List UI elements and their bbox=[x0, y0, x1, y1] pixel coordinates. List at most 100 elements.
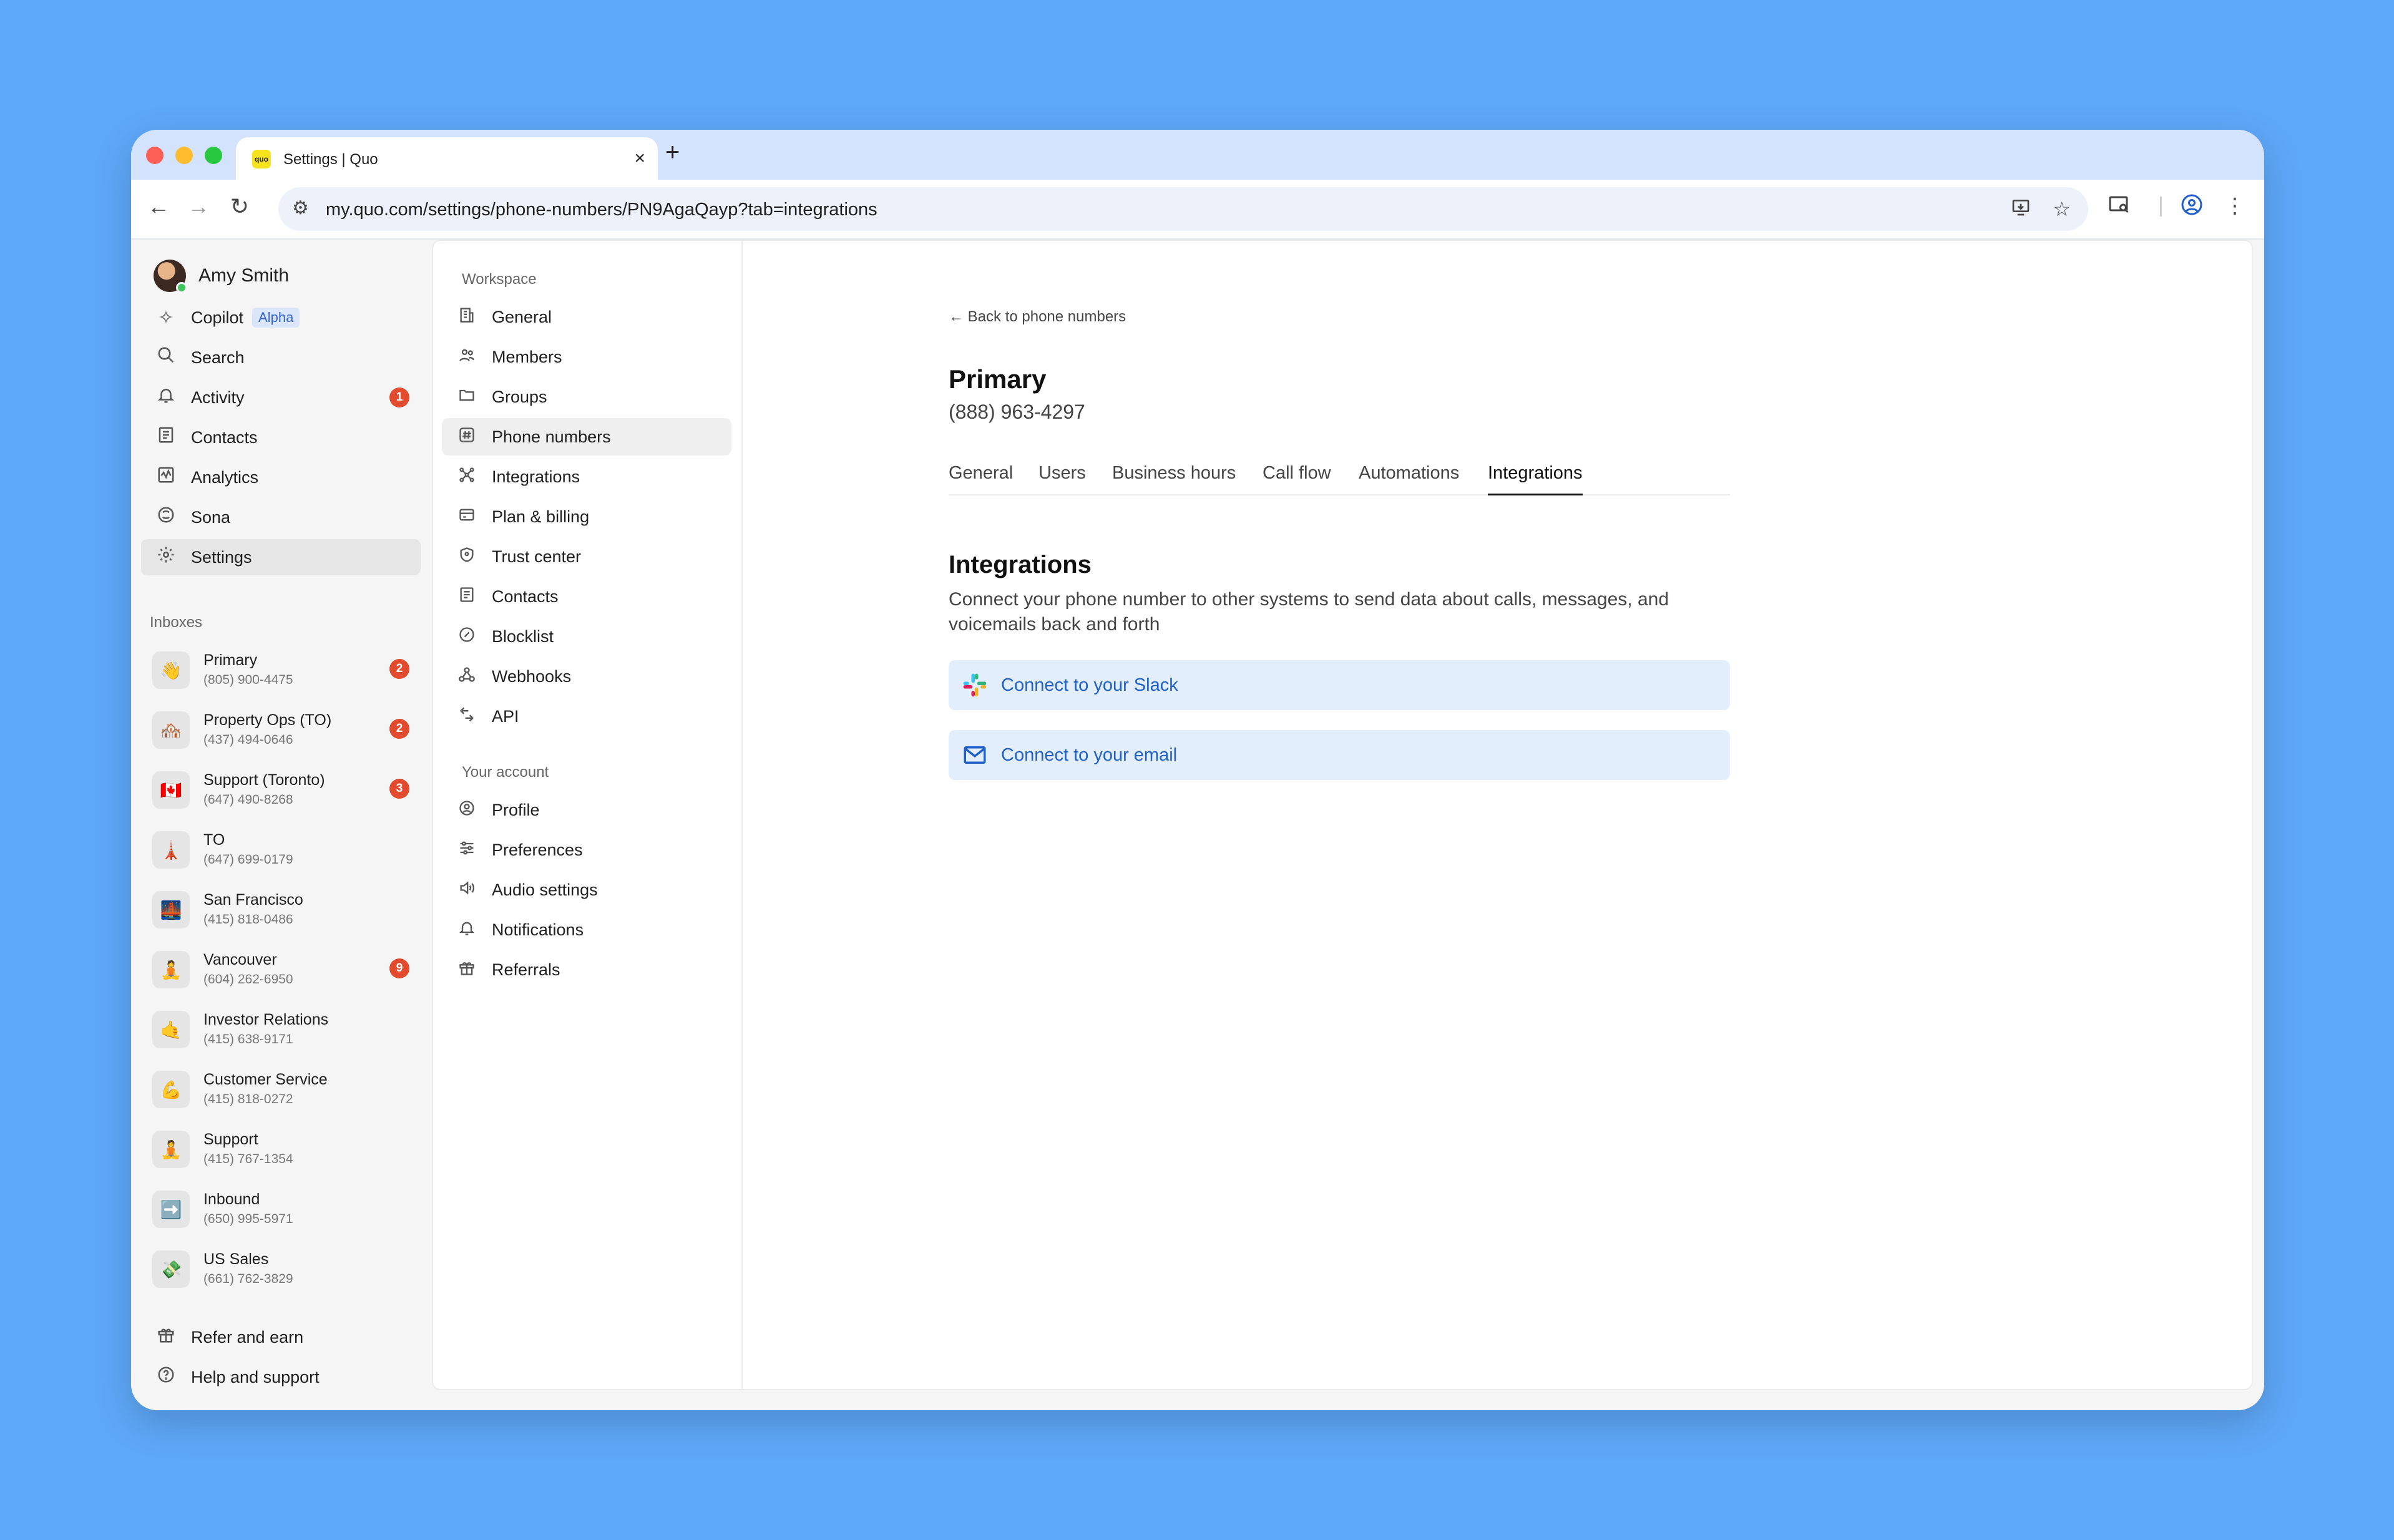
inbox-emoji-icon: 🏘️ bbox=[152, 711, 190, 749]
tab-call-flow[interactable]: Call flow bbox=[1263, 463, 1331, 495]
bookmark-star-icon[interactable]: ☆ bbox=[2053, 197, 2071, 221]
inbox-item[interactable]: 🏘️ Property Ops (TO) (437) 494-0646 2 bbox=[141, 705, 421, 755]
browser-menu-icon[interactable]: ⋮ bbox=[2224, 193, 2245, 218]
inbox-item[interactable]: 🌉 San Francisco (415) 818-0486 bbox=[141, 885, 421, 935]
settings-item-referrals[interactable]: Referrals bbox=[442, 951, 731, 988]
settings-item-label: Webhooks bbox=[492, 666, 572, 686]
settings-item-members[interactable]: Members bbox=[442, 338, 731, 376]
settings-item-trust-center[interactable]: Trust center bbox=[442, 538, 731, 575]
address-bar[interactable]: ⚙ my.quo.com/settings/phone-numbers/PN9A… bbox=[278, 187, 2088, 231]
connect-email-button[interactable]: Connect to your email bbox=[949, 730, 1730, 780]
inbox-item[interactable]: 🗼 TO (647) 699-0179 bbox=[141, 825, 421, 875]
your-account-heading: Your account bbox=[462, 764, 549, 781]
new-tab-icon[interactable]: + bbox=[665, 139, 680, 167]
close-window-button[interactable] bbox=[146, 147, 164, 164]
block-icon bbox=[442, 626, 492, 648]
tab-business-hours[interactable]: Business hours bbox=[1112, 463, 1236, 495]
sidebar-item-analytics[interactable]: Analytics bbox=[141, 459, 421, 495]
sidebar-item-sona[interactable]: Sona bbox=[141, 499, 421, 535]
tab-integrations[interactable]: Integrations bbox=[1488, 463, 1583, 495]
install-app-icon[interactable] bbox=[2011, 197, 2031, 222]
inbox-emoji-icon: 👋 bbox=[152, 651, 190, 689]
settings-item-profile[interactable]: Profile bbox=[442, 791, 731, 829]
alpha-badge: Alpha bbox=[252, 308, 300, 328]
quo-favicon-icon: quo bbox=[252, 150, 271, 168]
tab-search-icon[interactable] bbox=[2108, 193, 2131, 222]
contacts-icon bbox=[141, 426, 191, 449]
inbox-emoji-icon: 💪 bbox=[152, 1071, 190, 1108]
gift-icon bbox=[141, 1325, 191, 1349]
sidebar-item-activity[interactable]: Activity 1 bbox=[141, 379, 421, 416]
inbox-item[interactable]: 🧘 Vancouver (604) 262-6950 9 bbox=[141, 945, 421, 995]
page-title: Primary bbox=[949, 364, 1047, 394]
settings-item-audio-settings[interactable]: Audio settings bbox=[442, 871, 731, 909]
inbox-name: San Francisco bbox=[203, 891, 303, 909]
maximize-window-button[interactable] bbox=[205, 147, 222, 164]
sona-icon bbox=[141, 505, 191, 529]
inbox-emoji-icon: 🗼 bbox=[152, 831, 190, 869]
url-text[interactable]: my.quo.com/settings/phone-numbers/PN9Aga… bbox=[326, 200, 877, 220]
sidebar-item-label: Search bbox=[191, 348, 245, 367]
sidebar-item-label: Refer and earn bbox=[191, 1327, 304, 1347]
sidebar-item-contacts[interactable]: Contacts bbox=[141, 419, 421, 456]
forward-arrow-icon[interactable]: → bbox=[183, 193, 213, 220]
inbox-count-badge: 2 bbox=[389, 659, 409, 679]
tab-general[interactable]: General bbox=[949, 463, 1013, 495]
tab-users[interactable]: Users bbox=[1038, 463, 1086, 495]
workspace-heading: Workspace bbox=[462, 271, 537, 288]
close-tab-icon[interactable]: × bbox=[634, 148, 645, 169]
settings-item-general[interactable]: General bbox=[442, 298, 731, 336]
inbox-name: Primary bbox=[203, 651, 258, 669]
inbox-number: (415) 638-9171 bbox=[203, 1032, 293, 1046]
sidebar-item-search[interactable]: Search bbox=[141, 339, 421, 376]
settings-item-contacts[interactable]: Contacts bbox=[442, 578, 731, 615]
settings-item-preferences[interactable]: Preferences bbox=[442, 831, 731, 869]
sidebar-item-label: Help and support bbox=[191, 1367, 320, 1386]
user-profile[interactable]: Amy Smith bbox=[154, 258, 289, 293]
back-to-phone-numbers-link[interactable]: ← Back to phone numbers bbox=[949, 308, 1126, 326]
inbox-item[interactable]: ➡️ Inbound (650) 995-5971 bbox=[141, 1184, 421, 1234]
search-icon bbox=[141, 346, 191, 369]
avatar bbox=[154, 260, 187, 293]
connect-slack-button[interactable]: Connect to your Slack bbox=[949, 660, 1730, 710]
sidebar-item-help-and-support[interactable]: Help and support bbox=[141, 1359, 421, 1395]
account-icon[interactable] bbox=[2181, 193, 2203, 222]
browser-tab[interactable]: quo Settings | Quo × bbox=[236, 137, 658, 180]
phone-number-tabs: General Users Business hours Call flow A… bbox=[949, 459, 1730, 495]
inbox-item[interactable]: 👋 Primary (805) 900-4475 2 bbox=[141, 645, 421, 695]
sidebar-item-copilot[interactable]: ✧ Copilot Alpha bbox=[141, 300, 421, 336]
settings-item-label: Integrations bbox=[492, 467, 580, 486]
inbox-item[interactable]: 🤙 Investor Relations (415) 638-9171 bbox=[141, 1005, 421, 1055]
contacts-icon bbox=[442, 586, 492, 608]
tab-strip: quo Settings | Quo × + bbox=[131, 130, 2264, 180]
settings-item-notifications[interactable]: Notifications bbox=[442, 911, 731, 948]
tab-automations[interactable]: Automations bbox=[1359, 463, 1459, 495]
settings-item-label: Contacts bbox=[492, 587, 559, 606]
minimize-window-button[interactable] bbox=[175, 147, 193, 164]
sidebar-item-settings[interactable]: Settings bbox=[141, 539, 421, 575]
settings-item-phone-numbers[interactable]: Phone numbers bbox=[442, 418, 731, 456]
browser-window: quo Settings | Quo × + ← → ↻ ⚙ my.quo.co… bbox=[131, 130, 2264, 1410]
inbox-name: Support (Toronto) bbox=[203, 771, 325, 789]
settings-item-groups[interactable]: Groups bbox=[442, 378, 731, 416]
reload-icon[interactable]: ↻ bbox=[225, 193, 255, 220]
toolbar-divider: | bbox=[2158, 193, 2164, 217]
inbox-item[interactable]: 💸 US Sales (661) 762-3829 bbox=[141, 1244, 421, 1294]
sidebar-item-refer-and-earn[interactable]: Refer and earn bbox=[141, 1319, 421, 1355]
inbox-number: (415) 818-0272 bbox=[203, 1092, 293, 1106]
slack-icon bbox=[949, 671, 1001, 699]
inbox-item[interactable]: 💪 Customer Service (415) 818-0272 bbox=[141, 1065, 421, 1114]
inbox-name: Vancouver bbox=[203, 951, 277, 968]
settings-item-webhooks[interactable]: Webhooks bbox=[442, 658, 731, 695]
inbox-number: (415) 767-1354 bbox=[203, 1152, 293, 1166]
inbox-item[interactable]: 🇨🇦 Support (Toronto) (647) 490-8268 3 bbox=[141, 765, 421, 815]
inbox-item[interactable]: 🧘 Support (415) 767-1354 bbox=[141, 1124, 421, 1174]
settings-item-api[interactable]: API bbox=[442, 698, 731, 735]
settings-item-blocklist[interactable]: Blocklist bbox=[442, 618, 731, 655]
settings-item-plan-billing[interactable]: Plan & billing bbox=[442, 498, 731, 535]
back-arrow-icon[interactable]: ← bbox=[144, 193, 173, 220]
inbox-name: Investor Relations bbox=[203, 1011, 329, 1028]
settings-item-label: Groups bbox=[492, 387, 547, 406]
site-settings-icon[interactable]: ⚙ bbox=[292, 197, 309, 219]
settings-item-integrations[interactable]: Integrations bbox=[442, 458, 731, 495]
